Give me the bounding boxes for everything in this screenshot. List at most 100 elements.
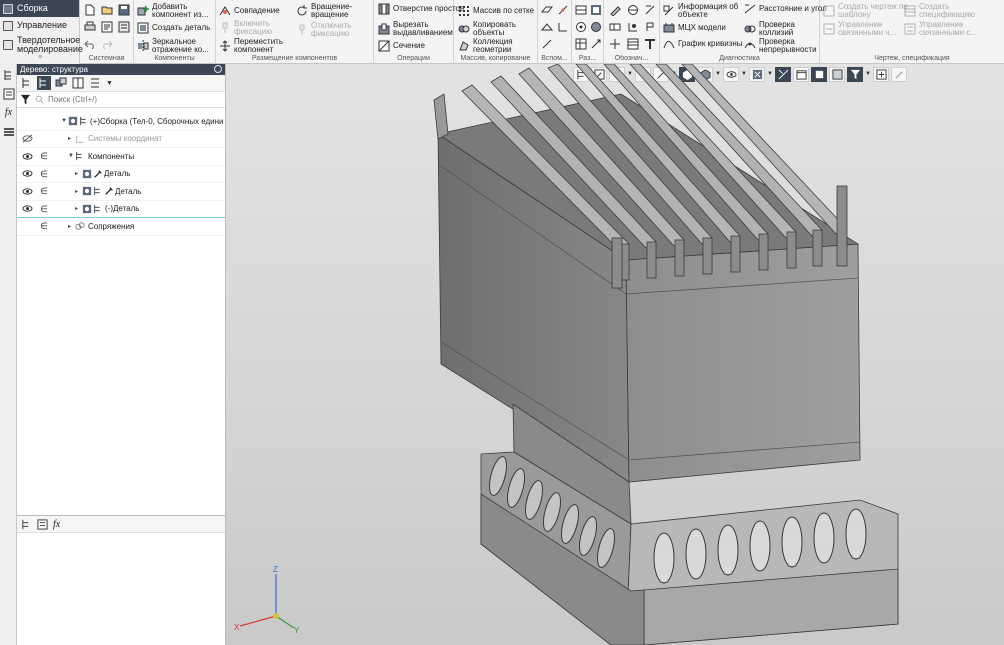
filter-icon[interactable] [20,94,31,105]
base-icon[interactable] [626,3,640,17]
tree-row-coordinate-systems[interactable]: ▸ Системы координат [17,131,225,148]
table-dim-icon[interactable] [574,37,588,51]
line-icon[interactable] [540,37,554,51]
open-icon[interactable] [100,3,114,17]
tree-row-components[interactable]: ∈ ▼ Компоненты [17,148,225,166]
include-icon[interactable]: ∈ [39,186,49,196]
continuity-check-button[interactable]: Проверка непрерывности [744,38,831,54]
eye-icon[interactable] [21,169,33,179]
line-dim-icon[interactable] [589,37,603,51]
create-drawing-button[interactable]: Создать чертеж по шаблону [823,3,910,19]
structure-view-icon[interactable] [20,76,34,90]
undo-icon[interactable] [83,37,97,51]
point-icon[interactable] [540,20,554,34]
properties-view-icon[interactable] [37,518,48,530]
roughness-icon[interactable] [608,3,622,17]
grid-array-button[interactable]: Массив по сетке [458,5,545,17]
move-component-button[interactable]: Переместить компонент [219,38,306,54]
eye-icon[interactable] [21,151,33,161]
tree-row-part-3[interactable]: ∈ ▸ (-)Деталь [17,201,225,218]
expand-icon[interactable]: ▸ [68,135,71,142]
axis-icon[interactable] [556,3,570,17]
object-info-button[interactable]: Информация об объекте [663,3,750,19]
hidden-eye-icon[interactable] [21,134,33,144]
print-icon[interactable] [83,20,97,34]
expand-icon[interactable]: ▸ [75,205,78,212]
mode-assembly[interactable]: Сборка [0,0,79,17]
include-icon[interactable]: ∈ [39,151,49,161]
3d-viewport[interactable]: ▼ ▼ ▼ ▼ ▼ ▼ [226,64,1004,645]
tolerance-icon[interactable] [608,20,622,34]
text-icon[interactable] [643,37,657,51]
coincidence-button[interactable]: Совпадение [219,5,306,17]
axis-z-label: Z [273,565,278,574]
eye-icon[interactable] [21,186,33,196]
geometry-collection-button[interactable]: Коллекция геометрии [458,38,545,54]
extrude-cut-button[interactable]: Вырезать выдавливанием [378,21,465,37]
add-component-button[interactable]: Добавить компонент из... [137,3,224,19]
variables-icon[interactable]: fx [2,106,15,119]
tree-row-label: Компоненты [88,151,135,161]
variables-view-icon[interactable]: fx [53,519,60,530]
components-view-icon[interactable] [54,76,68,90]
include-icon[interactable]: ∈ [39,204,49,214]
new-document-icon[interactable] [83,3,97,17]
redo-icon[interactable] [100,37,114,51]
weld-icon[interactable] [608,37,622,51]
tree-row-mates[interactable]: ∈ ▸ Сопряжения [17,218,225,236]
tree-search-input[interactable] [48,93,218,106]
table-icon[interactable] [626,37,640,51]
mode-solid-modeling[interactable]: Твердотельное моделирование [0,34,83,56]
curvature-graph-button[interactable]: График кривизны [663,38,750,50]
properties-icon[interactable] [117,20,131,34]
chevron-down-icon[interactable]: ▼ [106,80,113,87]
create-spec-button[interactable]: Создать спецификацию [904,3,991,19]
preview-icon[interactable] [100,20,114,34]
include-icon[interactable]: ∈ [39,169,49,179]
disable-fix-button[interactable]: Отключить фиксацию [296,22,383,38]
radius-dim-icon[interactable] [574,20,588,34]
expand-icon[interactable]: ▸ [75,170,78,177]
tree-row-assembly[interactable]: ▼ (+)Сборка (Тел-0, Сборочных едини [17,113,225,131]
mcx-button[interactable]: МЦХ модели [663,22,750,34]
manage-linked-spec-button[interactable]: Управление связанными с... [904,21,991,37]
save-icon[interactable] [117,3,131,17]
create-part-button[interactable]: Создать деталь [137,22,224,34]
section-button[interactable]: Сечение [378,40,465,52]
dimension-icon[interactable] [574,3,588,17]
bodies-view-icon[interactable] [71,76,85,90]
tree-panel-icon[interactable] [2,68,15,81]
mirror-component-button[interactable]: Зеркальное отражение ко... [137,38,224,54]
diameter-dim-icon[interactable] [589,20,603,34]
copy-objects-button[interactable]: Копировать объекты [458,21,545,37]
enable-fix-button[interactable]: Включить фиксацию [219,20,306,36]
modes-collapse-icon[interactable]: ≡ [0,54,80,61]
expand-icon[interactable]: ▸ [68,223,71,230]
mode-management[interactable]: Управление [0,17,79,34]
manage-linked-drawings-button[interactable]: Управление связанными ч... [823,21,910,37]
properties-panel-icon[interactable] [2,87,15,100]
eye-icon[interactable] [21,204,33,214]
tree-view-icon[interactable] [21,519,32,530]
mark-icon[interactable] [643,20,657,34]
tree-settings-icon[interactable] [88,76,102,90]
position-icon[interactable] [626,20,640,34]
angle-dim-icon[interactable] [589,3,603,17]
simple-hole-button[interactable]: Отверстие простое [378,3,465,15]
expand-icon[interactable]: ▼ [61,118,67,124]
build-order-icon[interactable] [37,76,51,90]
expand-icon[interactable]: ▸ [75,188,78,195]
lcs-icon[interactable] [556,20,570,34]
assembly-model-view[interactable] [226,64,1004,645]
layers-icon[interactable] [2,125,15,138]
close-icon[interactable] [214,65,222,73]
plane-icon[interactable] [540,3,554,17]
leader-icon[interactable] [643,3,657,17]
tree-row-part-1[interactable]: ∈ ▸ Деталь [17,166,225,183]
expand-icon[interactable]: ▼ [68,153,74,159]
collision-check-button[interactable]: Проверка коллизий [744,21,831,37]
rotation-button[interactable]: Вращение-вращение [296,3,383,19]
include-icon[interactable]: ∈ [39,221,49,231]
distance-angle-button[interactable]: Расстояние и угол [744,3,831,15]
tree-row-part-2[interactable]: ∈ ▸ Деталь [17,183,225,201]
